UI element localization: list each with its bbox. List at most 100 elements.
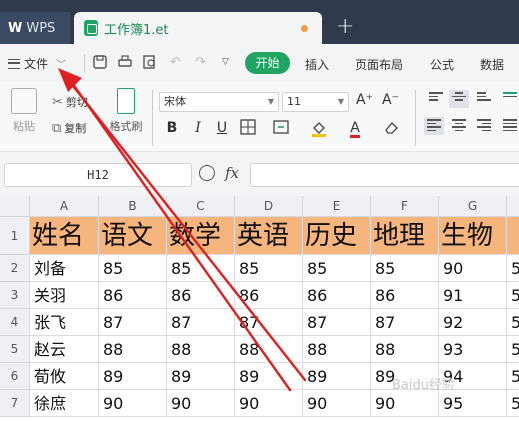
row-header[interactable]: 2 — [0, 255, 30, 282]
merge-cells-button[interactable] — [272, 119, 290, 137]
column-header[interactable]: C — [167, 196, 235, 217]
data-cell[interactable]: 92 — [439, 309, 507, 336]
font-size-select[interactable]: 11 ▼ — [282, 92, 349, 112]
zoom-icon[interactable] — [199, 165, 215, 181]
tab-data[interactable]: 数据 — [480, 56, 504, 73]
data-cell[interactable]: 85 — [303, 255, 371, 282]
redo-icon[interactable]: ↷ — [193, 55, 208, 70]
data-cell[interactable]: 87 — [303, 309, 371, 336]
align-center-button[interactable] — [449, 117, 469, 135]
data-cell[interactable]: 86 — [167, 282, 235, 309]
data-cell[interactable]: 88 — [99, 336, 167, 363]
header-cell[interactable]: 数学 — [167, 217, 235, 255]
decrease-font-button[interactable]: A⁻ — [382, 92, 399, 108]
undo-icon[interactable]: ↶ — [168, 55, 183, 70]
data-cell[interactable]: 85 — [99, 255, 167, 282]
copy-button[interactable]: ⧉ 复制 — [52, 120, 86, 136]
data-cell[interactable]: 87 — [167, 309, 235, 336]
data-cell[interactable]: 张飞 — [30, 309, 99, 336]
data-cell[interactable]: 90 — [167, 390, 235, 417]
partial-cell[interactable]: 5 — [507, 390, 519, 417]
column-header[interactable]: G — [439, 196, 507, 217]
file-menu-button[interactable]: 文件 ﹀ — [8, 55, 66, 72]
row-header[interactable]: 5 — [0, 336, 30, 363]
partial-cell[interactable]: 5 — [507, 336, 519, 363]
partial-cell[interactable]: 5 — [507, 282, 519, 309]
data-cell[interactable]: 91 — [439, 282, 507, 309]
data-cell[interactable]: 89 — [235, 363, 303, 390]
row-header[interactable]: 6 — [0, 363, 30, 390]
data-cell[interactable]: 85 — [371, 255, 439, 282]
row-header[interactable]: 7 — [0, 390, 30, 417]
quick-access-dropdown-icon[interactable]: ▽ — [218, 55, 233, 70]
data-cell[interactable]: 刘备 — [30, 255, 99, 282]
header-cell[interactable]: 地理 — [371, 217, 439, 255]
column-header[interactable]: F — [371, 196, 439, 217]
data-cell[interactable]: 86 — [235, 282, 303, 309]
row-header[interactable]: 4 — [0, 309, 30, 336]
paste-button[interactable]: 粘贴 — [6, 88, 42, 134]
align-bottom-button[interactable] — [474, 90, 494, 108]
partial-cell[interactable]: 5 — [507, 363, 519, 390]
format-painter-button[interactable]: 格式刷 — [106, 88, 146, 134]
partial-cell[interactable]: 5 — [507, 255, 519, 282]
data-cell[interactable]: 85 — [235, 255, 303, 282]
partial-cell[interactable] — [507, 217, 519, 255]
column-header[interactable]: E — [303, 196, 371, 217]
align-left-button[interactable] — [424, 117, 444, 135]
function-icon[interactable]: fx — [225, 164, 239, 182]
data-cell[interactable]: 95 — [439, 390, 507, 417]
row-header[interactable]: 1 — [0, 217, 30, 255]
data-cell[interactable]: 86 — [303, 282, 371, 309]
data-cell[interactable]: 90 — [371, 390, 439, 417]
data-cell[interactable]: 86 — [371, 282, 439, 309]
name-box[interactable]: H12 — [4, 163, 192, 187]
align-middle-button[interactable] — [449, 90, 469, 108]
column-header[interactable]: D — [235, 196, 303, 217]
formula-input[interactable] — [250, 163, 519, 187]
font-color-button[interactable]: A — [346, 119, 364, 138]
header-cell[interactable]: 语文 — [99, 217, 167, 255]
wrap-text-button[interactable] — [500, 90, 519, 108]
clear-format-button[interactable] — [382, 119, 400, 137]
data-cell[interactable]: 89 — [303, 363, 371, 390]
header-cell[interactable]: 历史 — [303, 217, 371, 255]
data-cell[interactable]: 90 — [303, 390, 371, 417]
data-cell[interactable]: 88 — [235, 336, 303, 363]
data-cell[interactable]: 86 — [99, 282, 167, 309]
italic-button[interactable]: I — [189, 119, 207, 137]
partial-cell[interactable]: 5 — [507, 309, 519, 336]
data-cell[interactable]: 90 — [99, 390, 167, 417]
data-cell[interactable]: 93 — [439, 336, 507, 363]
data-cell[interactable]: 87 — [235, 309, 303, 336]
column-header[interactable]: A — [30, 196, 99, 217]
new-tab-button[interactable]: + — [336, 14, 354, 39]
data-cell[interactable]: 荀攸 — [30, 363, 99, 390]
data-cell[interactable]: 90 — [439, 255, 507, 282]
justify-button[interactable] — [500, 117, 519, 135]
data-cell[interactable]: 90 — [235, 390, 303, 417]
header-cell[interactable]: 姓名 — [30, 217, 99, 255]
row-header[interactable]: 3 — [0, 282, 30, 309]
data-cell[interactable]: 徐庶 — [30, 390, 99, 417]
data-cell[interactable]: 89 — [167, 363, 235, 390]
data-cell[interactable]: 88 — [167, 336, 235, 363]
tab-page-layout[interactable]: 页面布局 — [355, 56, 403, 73]
align-top-button[interactable] — [426, 90, 446, 108]
bold-button[interactable]: B — [163, 119, 181, 137]
tab-insert[interactable]: 插入 — [305, 56, 329, 73]
align-right-button[interactable] — [474, 117, 494, 135]
column-header[interactable]: B — [99, 196, 167, 217]
data-cell[interactable]: 88 — [303, 336, 371, 363]
cut-button[interactable]: ✂ 剪切 — [52, 94, 88, 110]
font-name-select[interactable]: 宋体 ▼ — [159, 92, 279, 112]
document-tab[interactable]: 工作簿1.et — [74, 12, 322, 44]
data-cell[interactable]: 87 — [99, 309, 167, 336]
save-icon[interactable] — [92, 55, 107, 70]
increase-font-button[interactable]: A⁺ — [356, 92, 373, 108]
tab-formulas[interactable]: 公式 — [430, 56, 454, 73]
border-button[interactable] — [239, 119, 257, 137]
data-cell[interactable]: 85 — [167, 255, 235, 282]
wps-home-tab[interactable]: W WPS — [0, 12, 70, 44]
header-cell[interactable]: 生物 — [439, 217, 507, 255]
